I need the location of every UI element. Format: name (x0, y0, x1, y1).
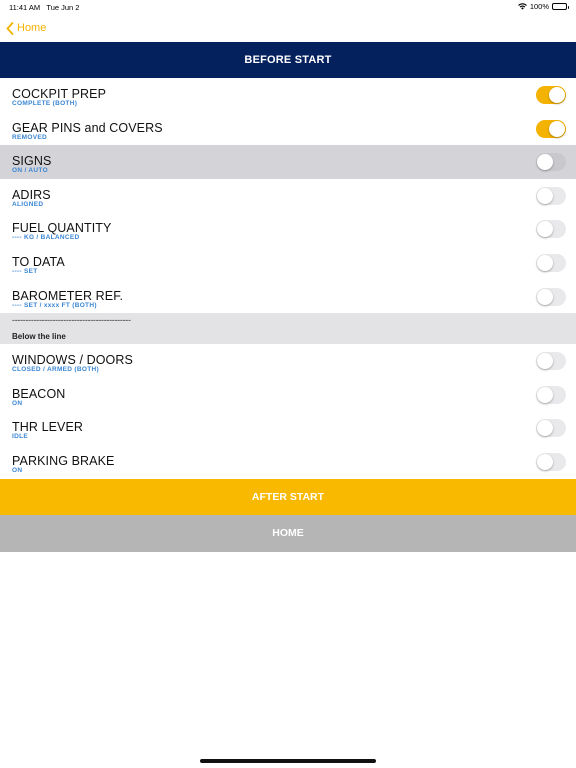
back-label: Home (17, 22, 47, 34)
checklist-item-title: FUEL QUANTITY (12, 221, 112, 236)
checklist-item-title: COCKPIT PREP (12, 87, 107, 101)
toggle-knob (537, 353, 553, 370)
checklist-item-title: TO DATA (12, 254, 65, 269)
below-the-line-separator: ----------------------------------------… (0, 313, 576, 345)
checklist-item-title: THR LEVER (12, 420, 84, 435)
checklist-item-title: GEAR PINS and COVERS (12, 120, 163, 135)
toggle-knob (537, 420, 553, 437)
home-button[interactable]: HOME (0, 515, 576, 552)
checklist-toggle[interactable] (536, 287, 566, 306)
navigation-bar: Home (0, 14, 576, 42)
checklist-row[interactable]: BEACON ON (0, 377, 576, 412)
checklist-item-subtitle: ---- SET (12, 267, 38, 275)
checklist-item-subtitle: IDLE (12, 433, 29, 441)
checklist-item-title: WINDOWS / DOORS (12, 353, 133, 368)
checklist-row[interactable]: TO DATA ---- SET (0, 245, 576, 280)
chevron-left-icon (6, 21, 14, 35)
checklist-toggle[interactable] (536, 352, 566, 371)
checklist-row[interactable]: FUEL QUANTITY ---- KG / BALANCED (0, 212, 576, 246)
after-start-button[interactable]: AFTER START (0, 478, 576, 516)
checklist-toggle[interactable] (536, 119, 566, 138)
separator-dashes: ----------------------------------------… (12, 315, 131, 326)
toggle-knob (549, 120, 565, 137)
separator-label: Below the line (12, 332, 66, 342)
toggle-knob (537, 453, 553, 470)
checklist-toggle[interactable] (536, 452, 566, 471)
checklist-row[interactable]: BAROMETER REF. ---- SET / xxxx FT (BOTH) (0, 279, 576, 314)
checklist-row[interactable]: THR LEVER IDLE (0, 411, 576, 445)
battery-percent: 100% (529, 2, 549, 11)
status-right: 100% (517, 2, 569, 11)
checklist-item-subtitle: REMOVED (12, 133, 47, 141)
checklist-bottom: WINDOWS / DOORS CLOSED / ARMED (BOTH) BEAC… (0, 344, 576, 479)
toggle-knob (549, 87, 565, 103)
checklist-item-title: BAROMETER REF. (12, 288, 124, 303)
checklist-row[interactable]: WINDOWS / DOORS CLOSED / ARMED (BOTH) (0, 344, 576, 378)
checklist-toggle[interactable] (536, 419, 566, 438)
wifi-icon (517, 3, 527, 10)
checklist-row[interactable]: COCKPIT PREP COMPLETE (BOTH) (0, 78, 576, 112)
home-indicator (200, 759, 376, 763)
toggle-knob (537, 254, 553, 271)
checklist-top: COCKPIT PREP COMPLETE (BOTH) GEAR PINS and… (0, 78, 576, 314)
back-button[interactable]: Home (6, 21, 47, 35)
checklist-toggle[interactable] (536, 86, 566, 104)
checklist-item-subtitle: ON / AUTO (12, 167, 48, 175)
toggle-knob (537, 386, 553, 403)
checklist-item-subtitle: ALIGNED (12, 200, 44, 208)
checklist-item-title: PARKING BRAKE (12, 453, 115, 468)
checklist-item-subtitle: ON (12, 466, 23, 474)
status-time-date: 11:41 AM Tue Jun 2 (9, 3, 79, 12)
checklist-row[interactable]: ADIRS ALIGNED (0, 178, 576, 213)
toggle-knob (537, 187, 553, 204)
checklist-toggle[interactable] (536, 153, 566, 172)
battery-icon (552, 3, 569, 10)
checklist-item-subtitle: CLOSED / ARMED (BOTH) (12, 366, 99, 374)
checklist-item-subtitle: ---- KG / BALANCED (12, 234, 80, 242)
checklist-item-title: ADIRS (12, 187, 51, 202)
toggle-knob (537, 288, 553, 305)
checklist-row[interactable]: SIGNS ON / AUTO (0, 145, 576, 179)
checklist-toggle[interactable] (536, 220, 566, 239)
page-title: BEFORE START (0, 42, 576, 78)
checklist-item-title: BEACON (12, 386, 66, 401)
status-time: 11:41 AM (9, 3, 41, 12)
checklist-item-subtitle: ON (12, 399, 23, 407)
checklist-toggle[interactable] (536, 253, 566, 272)
status-date: Tue Jun 2 (46, 3, 80, 12)
checklist-item-subtitle: ---- SET / xxxx FT (BOTH) (12, 301, 97, 309)
toggle-knob (537, 221, 553, 238)
checklist-toggle[interactable] (536, 385, 566, 404)
checklist-row[interactable]: GEAR PINS and COVERS REMOVED (0, 111, 576, 146)
toggle-knob (537, 154, 553, 171)
checklist-toggle[interactable] (536, 186, 566, 205)
checklist-item-title: SIGNS (12, 154, 52, 169)
checklist-item-subtitle: COMPLETE (BOTH) (12, 100, 78, 107)
status-bar: 11:41 AM Tue Jun 2 100% (0, 0, 576, 14)
checklist-row[interactable]: PARKING BRAKE ON (0, 444, 576, 479)
